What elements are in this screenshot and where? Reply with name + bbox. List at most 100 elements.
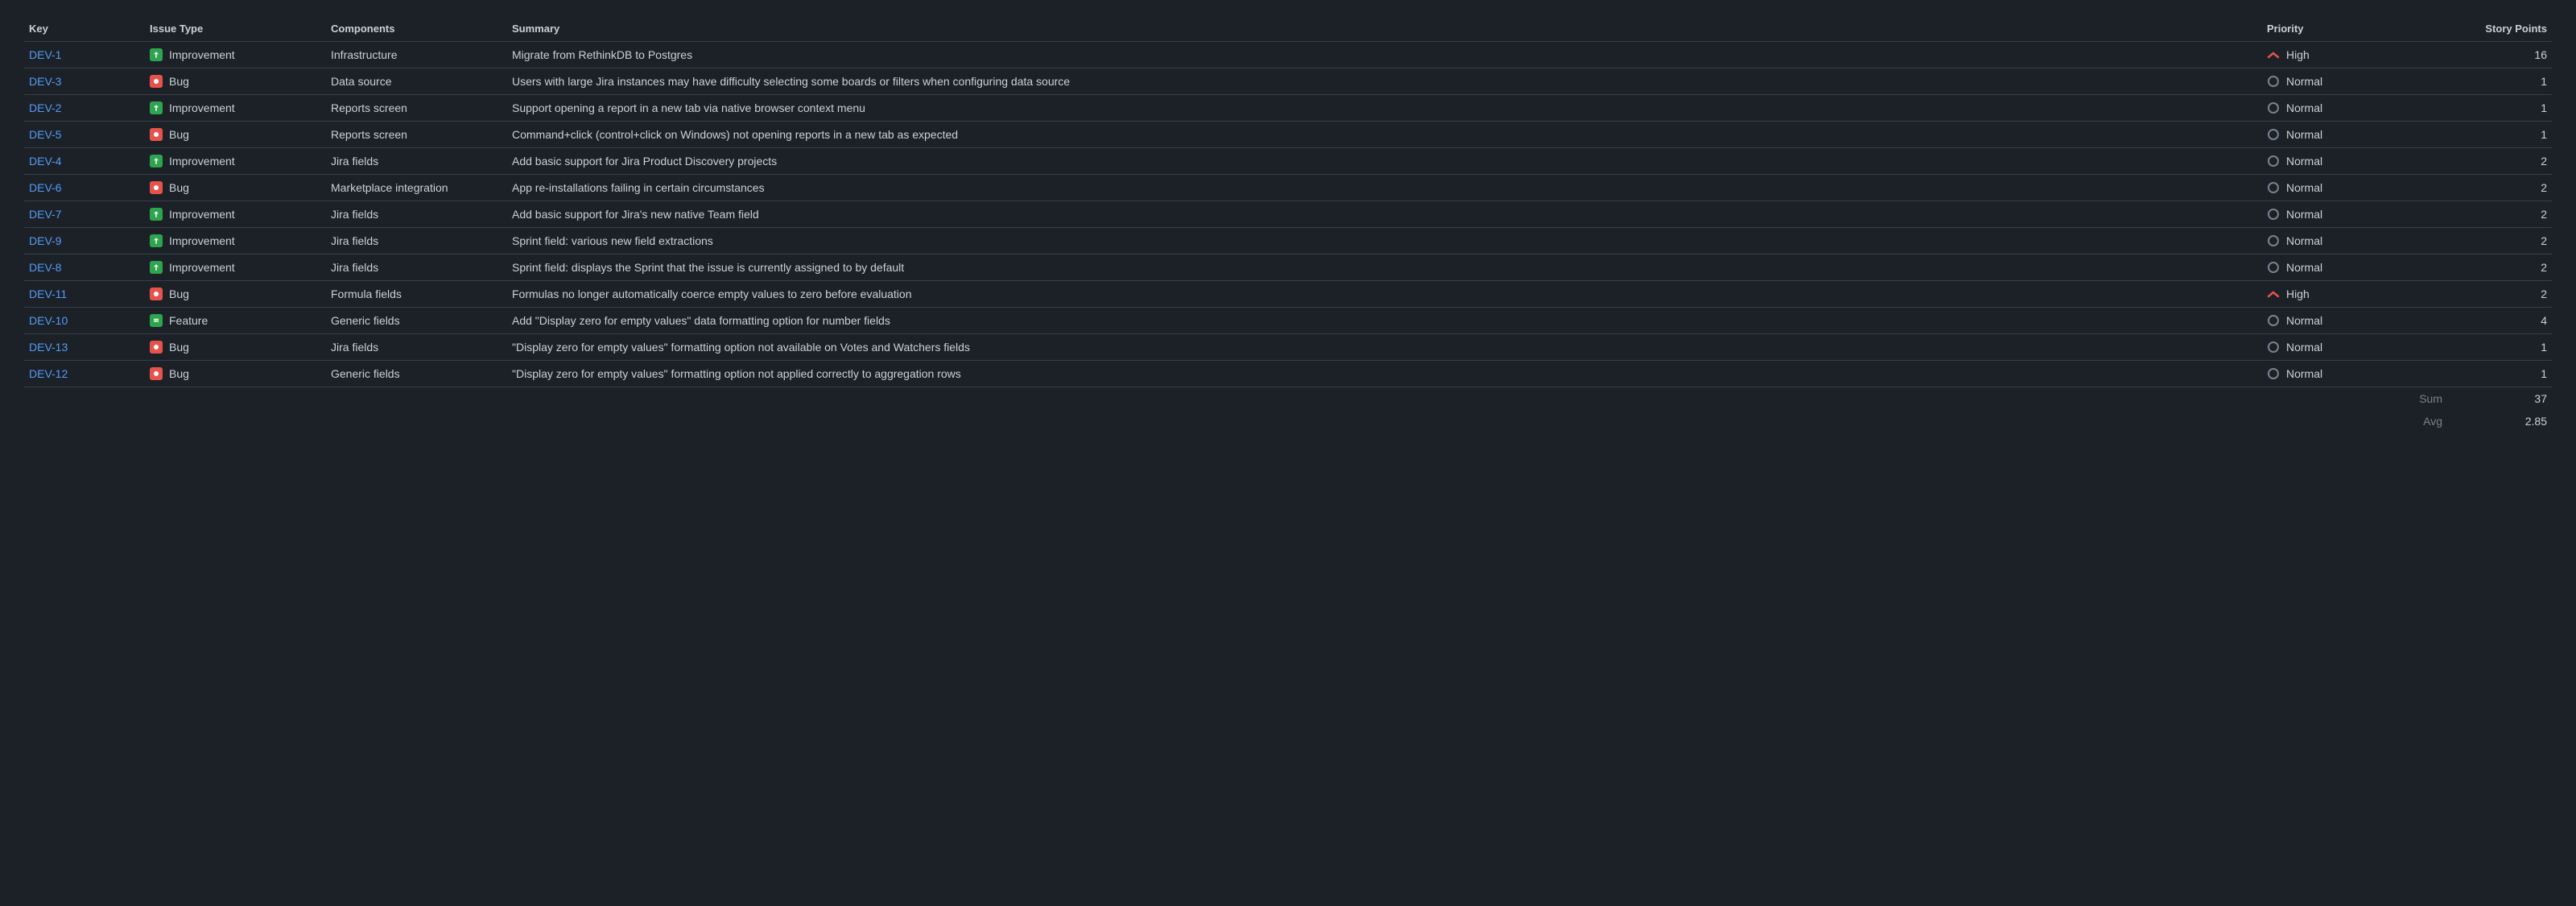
components-cell: Generic fields	[326, 308, 507, 334]
issue-type-label: Improvement	[169, 208, 235, 221]
footer-sum-row: Sum 37	[24, 387, 2552, 411]
summary-cell: Users with large Jira instances may have…	[507, 68, 2262, 95]
improvement-icon	[150, 48, 163, 61]
story-points-cell: 1	[2447, 122, 2552, 148]
issue-type-label: Bug	[169, 128, 189, 141]
components-cell: Jira fields	[326, 201, 507, 228]
issue-type-label: Improvement	[169, 101, 235, 114]
story-points-cell: 2	[2447, 281, 2552, 308]
components-cell: Jira fields	[326, 148, 507, 175]
table-row: DEV-8 Improvement Jira fieldsSprint field:…	[24, 254, 2552, 281]
col-header-issue-type[interactable]: Issue Type	[145, 16, 326, 42]
bug-icon	[150, 288, 163, 300]
issue-type-label: Bug	[169, 288, 189, 300]
issue-key-link[interactable]: DEV-11	[29, 288, 67, 300]
table-row: DEV-11BugFormula fieldsFormulas no longe…	[24, 281, 2552, 308]
issue-type-label: Bug	[169, 181, 189, 194]
story-points-cell: 2	[2447, 254, 2552, 281]
summary-cell: Add basic support for Jira Product Disco…	[507, 148, 2262, 175]
sum-label: Sum	[24, 387, 2447, 411]
col-header-story-points[interactable]: Story Points	[2447, 16, 2552, 42]
table-row: DEV-12 Bug Generic fields"Display zero for…	[24, 361, 2552, 387]
table-row: DEV-13 Bug Jira fields"Display zero for em…	[24, 334, 2552, 361]
priority-label: Normal	[2286, 208, 2322, 221]
issue-key-link[interactable]: DEV-6	[29, 181, 61, 194]
priority-normal-icon	[2267, 101, 2280, 114]
story-points-cell: 1	[2447, 334, 2552, 361]
bug-icon	[150, 181, 163, 194]
issue-key-link[interactable]: DEV-8	[29, 261, 61, 274]
components-cell: Data source	[326, 68, 507, 95]
priority-normal-icon	[2267, 234, 2280, 247]
priority-high-icon	[2267, 48, 2280, 61]
priority-high-icon	[2267, 288, 2280, 300]
col-header-priority[interactable]: Priority	[2262, 16, 2447, 42]
priority-normal-icon	[2267, 314, 2280, 327]
issue-key-link[interactable]: DEV-12	[29, 367, 68, 380]
priority-label: High	[2286, 288, 2310, 300]
bug-icon	[150, 367, 163, 380]
priority-label: Normal	[2286, 314, 2322, 327]
story-points-cell: 4	[2447, 308, 2552, 334]
priority-label: Normal	[2286, 101, 2322, 114]
table-row: DEV-6BugMarketplace integrationApp re-in…	[24, 175, 2552, 201]
priority-label: High	[2286, 48, 2310, 61]
issue-key-link[interactable]: DEV-3	[29, 75, 61, 88]
issue-key-link[interactable]: DEV-1	[29, 48, 61, 61]
summary-cell: Add "Display zero for empty values" data…	[507, 308, 2262, 334]
components-cell: Jira fields	[326, 334, 507, 361]
issue-key-link[interactable]: DEV-2	[29, 101, 61, 114]
priority-normal-icon	[2267, 181, 2280, 194]
issue-type-label: Improvement	[169, 261, 235, 274]
issue-type-label: Bug	[169, 367, 189, 380]
issue-key-link[interactable]: DEV-10	[29, 314, 68, 327]
table-row: DEV-2ImprovementReports screenSupport op…	[24, 95, 2552, 122]
summary-cell: "Display zero for empty values" formatti…	[507, 361, 2262, 387]
table-row: DEV-5BugReports screenCommand+click (con…	[24, 122, 2552, 148]
summary-cell: Sprint field: displays the Sprint that t…	[507, 254, 2262, 281]
components-cell: Reports screen	[326, 95, 507, 122]
sum-value: 37	[2447, 387, 2552, 411]
components-cell: Reports screen	[326, 122, 507, 148]
issue-type-label: Bug	[169, 341, 189, 354]
issue-key-link[interactable]: DEV-9	[29, 234, 61, 247]
priority-normal-icon	[2267, 155, 2280, 168]
story-points-cell: 16	[2447, 42, 2552, 68]
priority-label: Normal	[2286, 234, 2322, 247]
table-row: DEV-1ImprovementInfrastructureMigrate fr…	[24, 42, 2552, 68]
components-cell: Generic fields	[326, 361, 507, 387]
components-cell: Jira fields	[326, 228, 507, 254]
avg-label: Avg	[24, 410, 2447, 432]
issue-key-link[interactable]: DEV-13	[29, 341, 68, 354]
story-points-cell: 2	[2447, 148, 2552, 175]
priority-normal-icon	[2267, 75, 2280, 88]
story-points-cell: 1	[2447, 95, 2552, 122]
story-points-cell: 2	[2447, 228, 2552, 254]
summary-cell: "Display zero for empty values" formatti…	[507, 334, 2262, 361]
issue-key-link[interactable]: DEV-5	[29, 128, 61, 141]
priority-label: Normal	[2286, 155, 2322, 168]
components-cell: Jira fields	[326, 254, 507, 281]
summary-cell: Migrate from RethinkDB to Postgres	[507, 42, 2262, 68]
priority-label: Normal	[2286, 75, 2322, 88]
col-header-components[interactable]: Components	[326, 16, 507, 42]
footer-avg-row: Avg 2.85	[24, 410, 2552, 432]
table-row: DEV-10 Feature Generic fieldsAdd "Display …	[24, 308, 2552, 334]
col-header-key[interactable]: Key	[24, 16, 145, 42]
priority-normal-icon	[2267, 367, 2280, 380]
table-row: DEV-3BugData sourceUsers with large Jira…	[24, 68, 2552, 95]
issue-type-label: Feature	[169, 314, 208, 327]
col-header-summary[interactable]: Summary	[507, 16, 2262, 42]
issue-key-link[interactable]: DEV-7	[29, 208, 61, 221]
bug-icon	[150, 341, 163, 354]
story-points-cell: 1	[2447, 361, 2552, 387]
improvement-icon	[150, 155, 163, 168]
bug-icon	[150, 75, 163, 88]
story-points-cell: 1	[2447, 68, 2552, 95]
issues-table: Key Issue Type Components Summary Priori…	[24, 16, 2552, 432]
table-row: DEV-9ImprovementJira fieldsSprint field:…	[24, 228, 2552, 254]
issue-key-link[interactable]: DEV-4	[29, 155, 61, 168]
improvement-icon	[150, 234, 163, 247]
summary-cell: Sprint field: various new field extracti…	[507, 228, 2262, 254]
issue-type-label: Improvement	[169, 155, 235, 168]
